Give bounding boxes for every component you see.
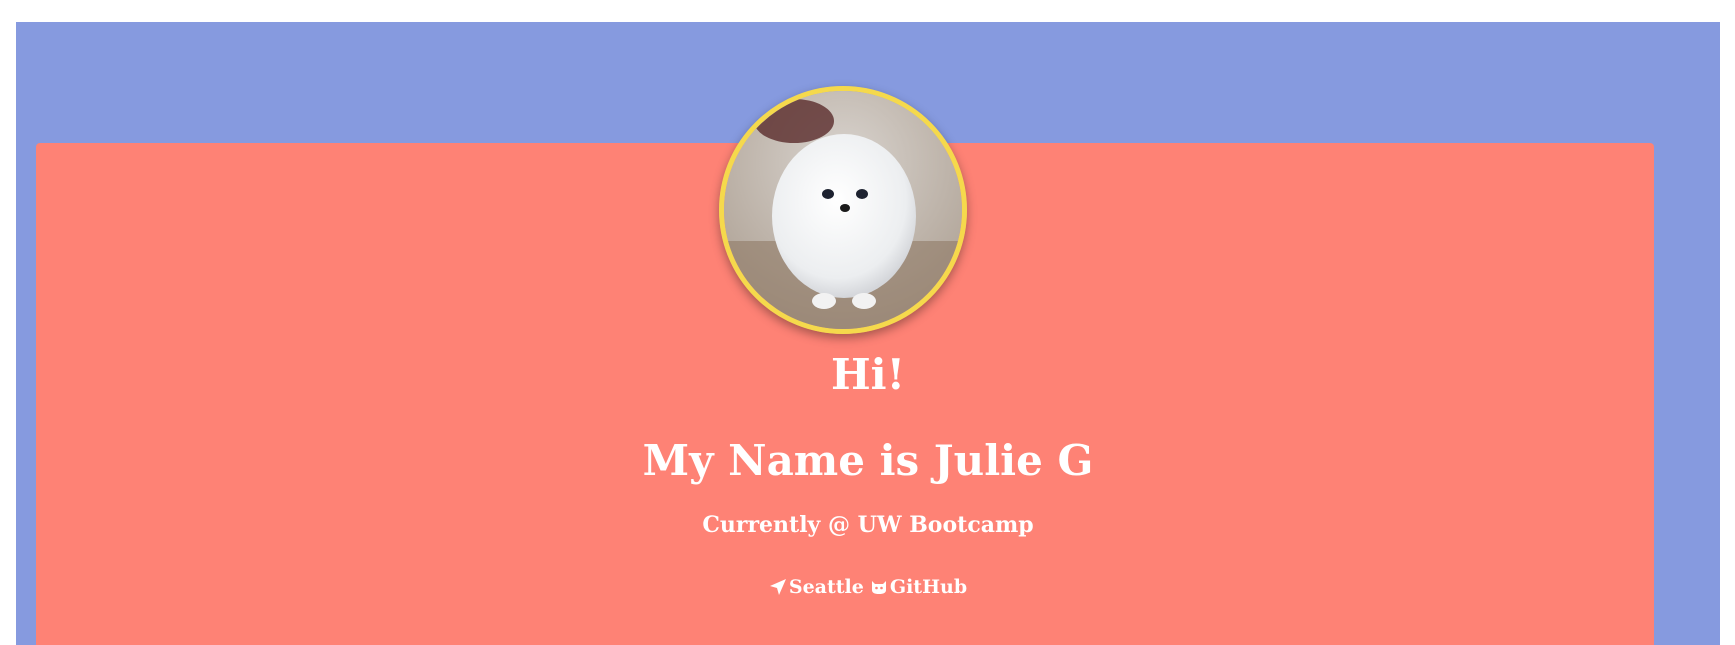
- github-label: GitHub: [889, 576, 968, 598]
- status-text: Currently @ UW Bootcamp: [702, 512, 1034, 538]
- pomeranian-photo: [724, 91, 962, 329]
- location-label: Seattle: [788, 576, 864, 598]
- profile-links: Seattle GitHub: [16, 576, 1720, 598]
- page-background: Hi! My Name is Julie G Currently @ UW Bo…: [16, 22, 1720, 645]
- location-link[interactable]: Seattle: [769, 576, 864, 598]
- location-arrow-icon: [769, 579, 786, 595]
- name-heading: My Name is Julie G: [642, 436, 1094, 485]
- profile-avatar: [719, 86, 967, 334]
- github-icon: [871, 581, 886, 594]
- greeting-heading: Hi!: [830, 350, 906, 399]
- github-link[interactable]: GitHub: [870, 576, 967, 598]
